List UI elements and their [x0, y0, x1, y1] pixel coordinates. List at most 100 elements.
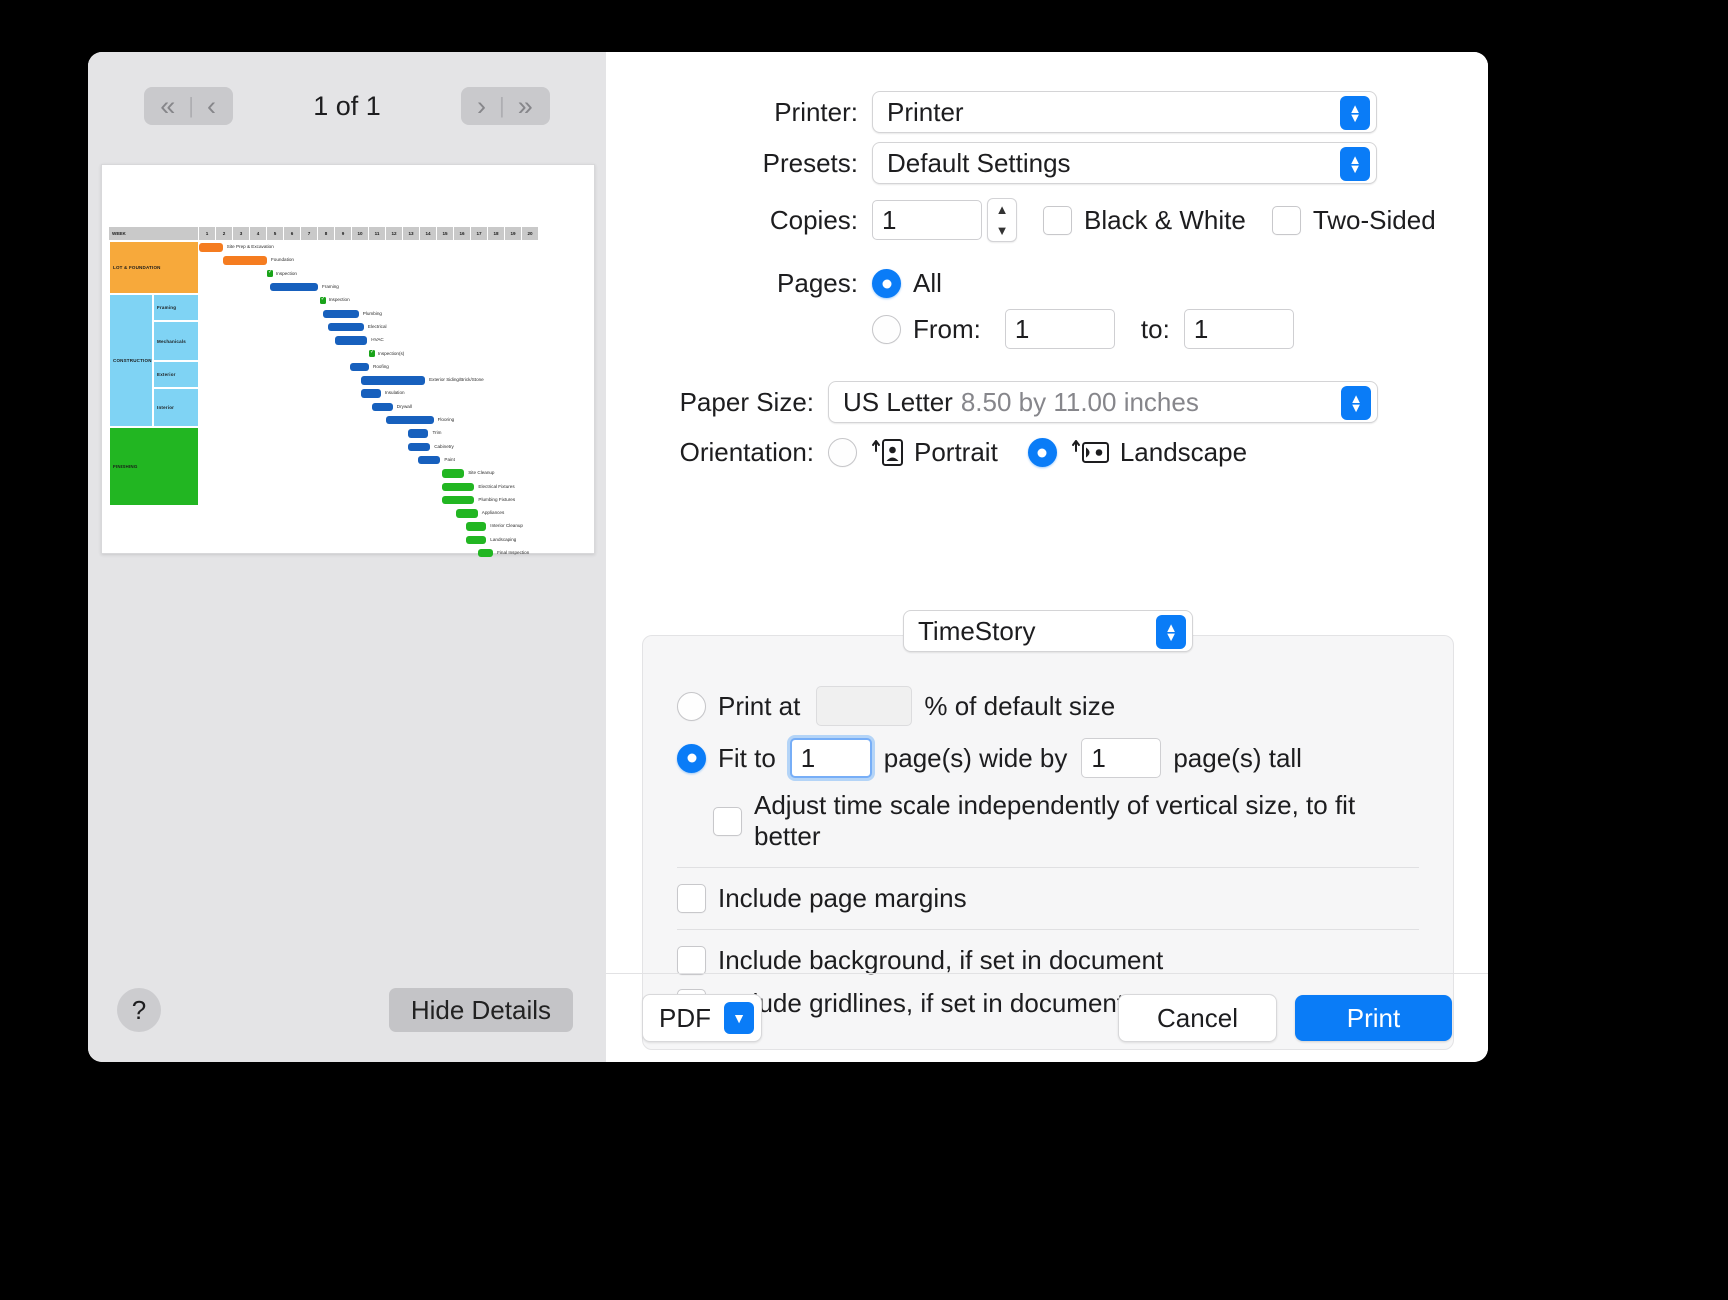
- last-page-icon[interactable]: »: [512, 92, 540, 120]
- presets-select[interactable]: Default Settings ▲ ▼: [872, 142, 1377, 184]
- two-sided-label: Two-Sided: [1312, 204, 1436, 235]
- gantt-task-label: Trim: [432, 430, 442, 436]
- printer-row: Printer: Printer ▲ ▼: [606, 91, 1488, 133]
- pdf-button[interactable]: PDF ▼: [642, 994, 762, 1042]
- orientation-landscape-label: Landscape: [1119, 437, 1248, 467]
- copies-label: Copies:: [769, 204, 858, 235]
- pages-to-input[interactable]: 1: [1183, 309, 1294, 349]
- gantt-milestone-icon: [319, 295, 326, 305]
- print-button[interactable]: Print: [1295, 995, 1452, 1041]
- orientation-portrait-radio[interactable]: [828, 438, 857, 467]
- stepper-up-icon[interactable]: ▲: [996, 203, 1009, 216]
- gantt-task-label: Plumbing: [362, 310, 382, 316]
- chevron-updown-icon[interactable]: ▲ ▼: [1341, 386, 1371, 420]
- gantt-week-4: 4: [250, 227, 267, 240]
- gantt-task-bar: [335, 336, 368, 345]
- gantt-task-label: Electrical Fixtures: [478, 483, 515, 489]
- first-page-icon[interactable]: «: [154, 92, 182, 120]
- gantt-week-20: 20: [522, 227, 539, 240]
- pages-all-row: Pages: All: [606, 268, 1488, 299]
- paper-size-row: Paper Size: US Letter 8.50 by 11.00 inch…: [606, 381, 1488, 423]
- settings-pane: Printer: Printer ▲ ▼ Presets: Default Set…: [606, 52, 1488, 1062]
- two-sided-checkbox[interactable]: [1271, 205, 1301, 235]
- page-indicator: 1 of 1: [313, 90, 381, 121]
- gantt-task-label: Final Inspection: [497, 550, 530, 556]
- options-divider-2: [677, 929, 1419, 930]
- fit-to-wide-input[interactable]: 1: [789, 738, 872, 778]
- pages-all-radio[interactable]: [872, 269, 901, 298]
- help-button[interactable]: ?: [117, 988, 161, 1032]
- copies-stepper[interactable]: ▲ ▼: [987, 198, 1017, 242]
- gantt-week-18: 18: [488, 227, 505, 240]
- orientation-landscape-radio[interactable]: [1027, 438, 1057, 467]
- pager-separator: |: [188, 93, 195, 118]
- gantt-task-bar: [386, 416, 434, 425]
- chevron-updown-icon[interactable]: ▲ ▼: [1340, 96, 1370, 130]
- orientation-landscape-option[interactable]: Landscape: [1027, 437, 1248, 468]
- gantt-task-bar: [465, 522, 487, 531]
- gantt-task-label: Landscaping: [490, 536, 517, 542]
- gantt-task-bar: [442, 495, 475, 505]
- pages-to-label: to:: [1140, 313, 1170, 344]
- pages-from-radio[interactable]: [872, 314, 901, 344]
- chevron-updown-icon[interactable]: ▲ ▼: [1340, 147, 1370, 181]
- page-back-buttons[interactable]: « | ‹: [144, 87, 233, 125]
- gantt-week-6: 6: [284, 227, 301, 240]
- include-background-row[interactable]: Include background, if set in document: [643, 945, 1453, 976]
- print-at-radio[interactable]: [677, 691, 706, 721]
- gantt-phase-finishing: FINISHING: [109, 427, 199, 506]
- gantt-task-bar: [360, 389, 381, 398]
- paper-size-dimensions: 8.50 by 11.00 inches: [960, 386, 1199, 417]
- options-divider-1: [677, 867, 1419, 868]
- fit-to-label: Fit to: [718, 742, 776, 773]
- include-background-checkbox[interactable]: [677, 946, 706, 975]
- gantt-task-bar: [408, 442, 431, 452]
- orientation-portrait-option[interactable]: Portrait: [828, 437, 998, 468]
- next-page-icon[interactable]: ›: [471, 92, 493, 120]
- pages-from-option[interactable]: From:: [872, 314, 981, 345]
- gantt-phase-lot-foundation: LOT & FOUNDATION: [109, 241, 199, 294]
- gantt-task-label: Inspection(s): [378, 350, 405, 356]
- pages-range-row: From: 1 to: 1: [606, 309, 1488, 349]
- settings-scroll: Printer: Printer ▲ ▼ Presets: Default Set…: [606, 52, 1488, 1050]
- hide-details-button[interactable]: Hide Details: [388, 988, 573, 1032]
- gantt-construction-group: CONSTRUCTION Framing Mechanicals Exterio…: [109, 294, 199, 427]
- include-page-margins-row[interactable]: Include page margins: [643, 883, 1453, 914]
- copies-input[interactable]: 1: [872, 200, 982, 240]
- black-white-checkbox[interactable]: [1043, 205, 1072, 235]
- chevron-updown-icon[interactable]: ▲ ▼: [1156, 615, 1186, 649]
- chevron-down-icon[interactable]: ▼: [724, 1002, 754, 1034]
- gantt-task-bar: [323, 309, 359, 319]
- landscape-icon: [1071, 438, 1111, 468]
- print-at-input[interactable]: [816, 686, 913, 726]
- module-select[interactable]: TimeStory ▲ ▼: [903, 610, 1193, 652]
- gantt-week-9: 9: [335, 227, 352, 240]
- cancel-button[interactable]: Cancel: [1118, 994, 1277, 1042]
- two-sided-checkbox-row[interactable]: Two-Sided: [1271, 204, 1436, 236]
- previous-page-icon[interactable]: ‹: [201, 92, 223, 120]
- printer-select[interactable]: Printer ▲ ▼: [872, 91, 1377, 133]
- fit-to-tall-input[interactable]: 1: [1081, 738, 1162, 778]
- gantt-subphase-exterior: Exterior: [153, 361, 199, 388]
- gantt-week-14: 14: [420, 227, 437, 240]
- page-forward-buttons[interactable]: › | »: [461, 87, 550, 125]
- black-white-checkbox-row[interactable]: Black & White: [1043, 205, 1246, 236]
- adjust-time-scale-row[interactable]: Adjust time scale independently of verti…: [643, 790, 1453, 852]
- fit-to-row[interactable]: Fit to 1 page(s) wide by 1 page(s) tall: [643, 738, 1453, 778]
- pages-all-option[interactable]: All: [872, 268, 942, 299]
- adjust-time-scale-label: Adjust time scale independently of verti…: [754, 790, 1356, 851]
- gantt-task-label: Flooring: [437, 417, 455, 423]
- gantt-week-10: 10: [352, 227, 369, 240]
- include-page-margins-checkbox[interactable]: [677, 884, 706, 913]
- paper-size-select[interactable]: US Letter 8.50 by 11.00 inches ▲ ▼: [828, 381, 1378, 423]
- adjust-time-scale-checkbox[interactable]: [713, 806, 742, 836]
- presets-value: Default Settings: [887, 147, 1071, 178]
- gantt-week-11: 11: [369, 227, 386, 240]
- paper-size-label: Paper Size:: [679, 386, 814, 417]
- printer-value: Printer: [887, 96, 964, 127]
- fit-to-radio[interactable]: [677, 743, 706, 773]
- print-at-row[interactable]: Print at % of default size: [643, 686, 1453, 726]
- stepper-down-icon[interactable]: ▼: [996, 224, 1009, 237]
- orientation-label: Orientation:: [679, 437, 814, 467]
- pages-from-input[interactable]: 1: [1004, 309, 1115, 349]
